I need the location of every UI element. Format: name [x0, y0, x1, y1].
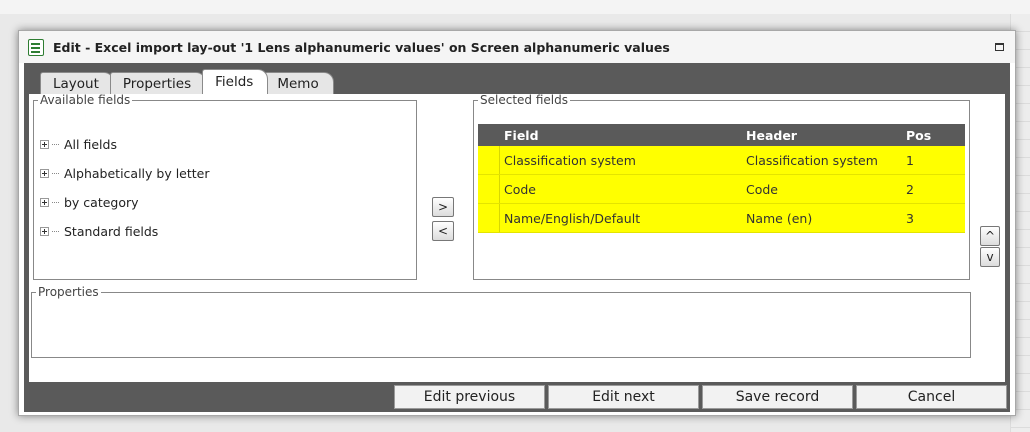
tab-memo[interactable]: Memo: [264, 72, 334, 94]
column-header-header[interactable]: Header: [743, 128, 900, 143]
maximize-icon[interactable]: [995, 43, 1004, 51]
tab-properties[interactable]: Properties: [109, 72, 207, 94]
table-row[interactable]: Code Code 2: [478, 175, 965, 204]
selected-fields-legend: Selected fields: [480, 93, 568, 107]
cell-pos: 2: [906, 181, 914, 197]
title-bar: Edit - Excel import lay-out '1 Lens alph…: [19, 31, 1015, 63]
available-fields-box: Available fields All fields Alphabetical…: [33, 94, 417, 280]
row-selector[interactable]: [478, 146, 500, 174]
available-fields-tree: All fields Alphabetically by letter by c…: [40, 130, 210, 246]
tree-item-all-fields[interactable]: All fields: [40, 130, 210, 159]
expand-icon[interactable]: [40, 198, 49, 207]
properties-legend: Properties: [38, 285, 99, 299]
expand-icon[interactable]: [40, 227, 49, 236]
cell-field: Code: [504, 181, 537, 197]
cancel-button[interactable]: Cancel: [856, 385, 1007, 409]
expand-icon[interactable]: [40, 169, 49, 178]
edit-dialog: Edit - Excel import lay-out '1 Lens alph…: [18, 30, 1016, 416]
cell-header: Code: [746, 181, 779, 197]
tree-item-alphabetically[interactable]: Alphabetically by letter: [40, 159, 210, 188]
save-record-button[interactable]: Save record: [702, 385, 853, 409]
dialog-frame: Layout Properties Fields Memo Available …: [24, 63, 1010, 412]
tree-connector: [52, 202, 59, 203]
expand-icon[interactable]: [40, 140, 49, 149]
cell-header: Classification system: [746, 152, 878, 168]
table-row[interactable]: Name/English/Default Name (en) 3: [478, 204, 965, 233]
table-row[interactable]: Classification system Classification sys…: [478, 146, 965, 175]
tree-item-label: Standard fields: [64, 224, 159, 239]
tree-item-label: Alphabetically by letter: [64, 166, 210, 181]
row-selector[interactable]: [478, 175, 500, 203]
available-fields-legend: Available fields: [40, 93, 131, 107]
grid-header-row: Field Header Pos: [478, 124, 965, 146]
properties-box: Properties: [31, 286, 971, 358]
remove-field-button[interactable]: <: [432, 221, 454, 241]
column-header-field[interactable]: Field: [500, 128, 743, 143]
cell-field: Classification system: [504, 152, 636, 168]
tree-connector: [52, 144, 59, 145]
cell-field: Name/English/Default: [504, 210, 641, 226]
tab-layout[interactable]: Layout: [40, 72, 114, 94]
background-strip: [0, 0, 1030, 14]
tree-item-label: All fields: [64, 137, 117, 152]
tree-connector: [52, 173, 59, 174]
tab-fields[interactable]: Fields: [202, 69, 269, 94]
tab-strip: Layout Properties Fields Memo: [40, 69, 334, 94]
footer-button-bar: Edit previous Edit next Save record Canc…: [24, 382, 1010, 412]
edit-previous-button[interactable]: Edit previous: [394, 385, 545, 409]
row-selector-header: [478, 124, 500, 146]
tree-item-standard-fields[interactable]: Standard fields: [40, 217, 210, 246]
row-selector[interactable]: [478, 204, 500, 232]
move-down-button[interactable]: v: [980, 247, 1000, 267]
fields-panel: Available fields All fields Alphabetical…: [29, 94, 1005, 406]
move-up-button[interactable]: ^: [980, 226, 1000, 246]
add-field-button[interactable]: >: [432, 197, 454, 217]
cell-header: Name (en): [746, 210, 813, 226]
column-header-pos[interactable]: Pos: [900, 128, 960, 143]
selected-fields-grid: Field Header Pos Classification system C…: [478, 124, 965, 233]
tree-item-label: by category: [64, 195, 139, 210]
tree-item-by-category[interactable]: by category: [40, 188, 210, 217]
cell-pos: 1: [906, 152, 914, 168]
edit-next-button[interactable]: Edit next: [548, 385, 699, 409]
tree-connector: [52, 231, 59, 232]
cell-pos: 3: [906, 210, 914, 226]
selected-fields-box: Selected fields Field Header Pos Classif…: [473, 94, 970, 280]
form-icon: [28, 38, 44, 56]
window-title: Edit - Excel import lay-out '1 Lens alph…: [53, 39, 670, 55]
